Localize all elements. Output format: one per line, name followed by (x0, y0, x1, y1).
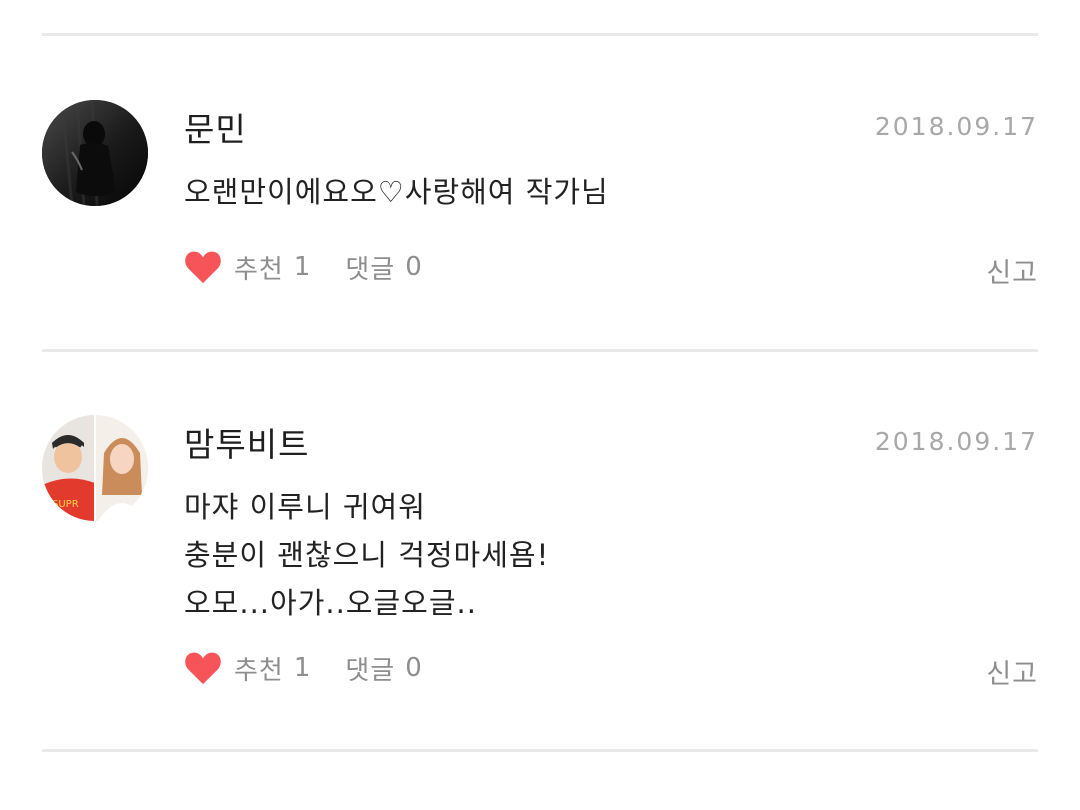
comment-body-line: 마쟈 이루니 귀여워 (184, 490, 426, 524)
comment-body: 마쟈 이루니 귀여워 충분이 괜찮으니 걱정마세욤! 오모...아가..오글오글… (184, 483, 549, 627)
avatar[interactable]: SUPR (42, 415, 148, 521)
top-divider (42, 33, 1038, 36)
heart-icon[interactable] (184, 249, 222, 285)
comment-divider (42, 749, 1038, 752)
comment-body: 오랜만이에요오♡사랑해여 작가님 (184, 168, 609, 216)
comment-body-line: 충분이 괜찮으니 걱정마세욤! (184, 538, 550, 572)
reply-button[interactable]: 댓글 (345, 650, 395, 687)
recommend-count: 1 (293, 252, 312, 282)
comment-actions: 추천 1 댓글 0 (184, 646, 423, 690)
recommend-button[interactable]: 추천 (234, 249, 284, 286)
comment-date: 2018.09.17 (874, 427, 1038, 456)
avatar[interactable] (42, 100, 148, 206)
svg-text:SUPR: SUPR (52, 499, 79, 510)
dark-silhouette-avatar-icon (42, 100, 148, 206)
heart-icon[interactable] (184, 650, 222, 686)
comment-date: 2018.09.17 (874, 112, 1038, 141)
recommend-count: 1 (293, 653, 312, 683)
comment-author: 문민 (184, 110, 247, 149)
report-button[interactable]: 신고 (986, 652, 1038, 691)
comment-divider (42, 349, 1038, 352)
reply-button[interactable]: 댓글 (345, 249, 395, 286)
reply-count: 0 (405, 653, 423, 683)
comment-body-line: 오랜만이에요오♡사랑해여 작가님 (184, 175, 609, 209)
comment-author: 맘투비트 (184, 425, 310, 464)
reply-count: 0 (405, 252, 423, 282)
two-people-photo-avatar-icon: SUPR (42, 415, 148, 521)
recommend-button[interactable]: 추천 (234, 650, 284, 687)
report-button[interactable]: 신고 (986, 251, 1038, 290)
comment-actions: 추천 1 댓글 0 (184, 245, 423, 289)
comment-body-line: 오모...아가..오글오글.. (184, 586, 477, 620)
